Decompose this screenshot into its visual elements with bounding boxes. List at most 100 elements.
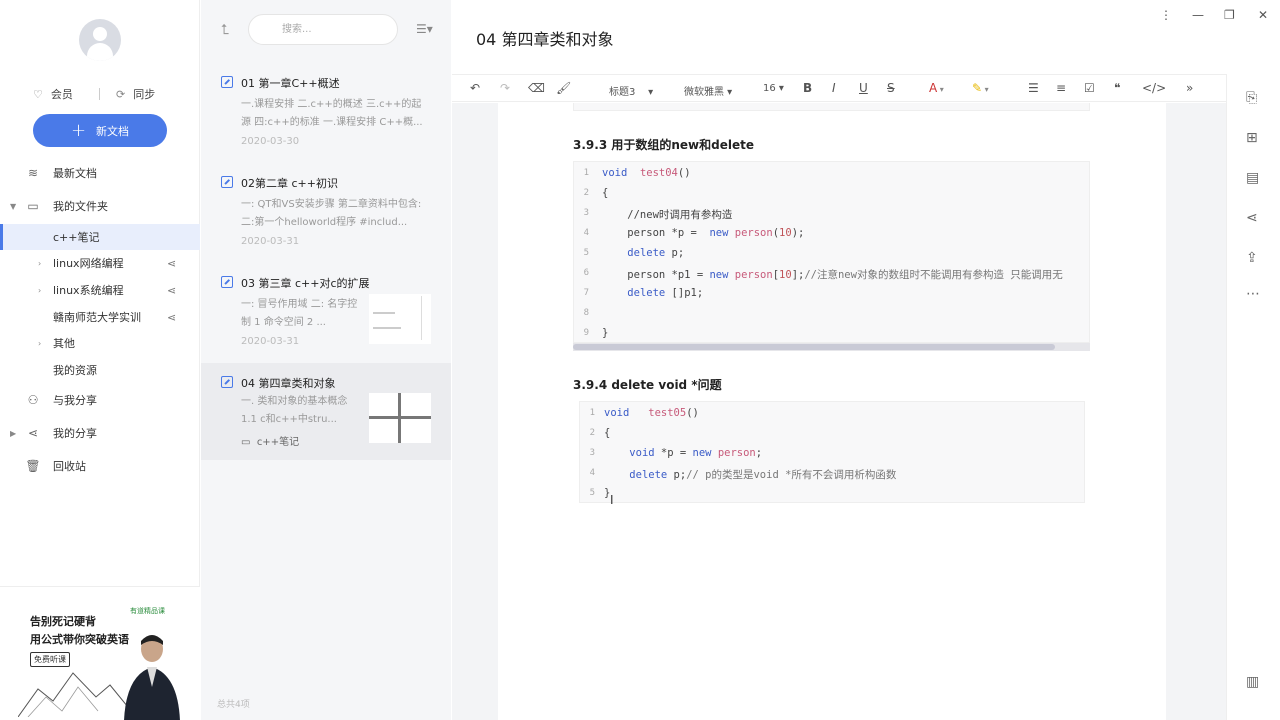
caret-right-icon[interactable]: › bbox=[38, 286, 41, 295]
sync-icon: ⟳ bbox=[116, 87, 126, 101]
scrollbar-thumb[interactable] bbox=[573, 344, 1055, 350]
more-horizontal-icon[interactable]: ⋯ bbox=[1246, 286, 1260, 302]
share-icon: ⋖ bbox=[27, 426, 39, 440]
folder-icon: ▭ bbox=[241, 437, 251, 448]
more-tools-icon[interactable]: » bbox=[1186, 81, 1193, 95]
note-item[interactable]: 02第二章 c++初识 一: QT和VS安装步骤 第二章资料中包含: 二:第一个… bbox=[201, 170, 451, 270]
note-item[interactable]: 01 第一章C++概述 一.课程安排 二.c++的概述 三.c++的起源 四:c… bbox=[201, 70, 451, 170]
sidebar-item-my-shares[interactable]: ▶ ⋖ 我的分享 bbox=[0, 420, 200, 446]
section-heading: 3.9.4 delete void *问题 bbox=[573, 378, 722, 392]
sidebar-item-linux-network[interactable]: › linux网络编程 ⋖ bbox=[0, 250, 200, 276]
plus-icon: + bbox=[70, 119, 87, 141]
more-icon[interactable]: ⋮ bbox=[1160, 8, 1172, 22]
member-button[interactable]: ♡ 会员 bbox=[33, 86, 73, 102]
layers-icon: ≋ bbox=[27, 166, 39, 180]
sidebar-item-linux-system[interactable]: › linux系统编程 ⋖ bbox=[0, 277, 200, 303]
outline-icon[interactable]: ▤ bbox=[1246, 170, 1259, 186]
ad-person-image bbox=[124, 635, 180, 720]
code-block[interactable]: 1 void test05() 2 { 3 void *p = new pers… bbox=[579, 401, 1085, 503]
document-title[interactable]: 04 第四章类和对象 bbox=[476, 26, 613, 50]
sidebar-item-other[interactable]: › 其他 bbox=[0, 330, 200, 356]
document-page[interactable]: 3.9.3 用于数组的new和delete 1 void test04() 2 … bbox=[498, 103, 1166, 720]
italic-icon[interactable]: I bbox=[832, 81, 836, 95]
caret-right-icon[interactable]: ▶ bbox=[10, 429, 16, 438]
bullet-list-icon[interactable]: ☰ bbox=[1028, 81, 1039, 95]
font-size-select[interactable]: 16 ▾ bbox=[763, 83, 784, 94]
panel-toggle-icon[interactable]: ▥ bbox=[1246, 674, 1259, 690]
note-item-selected[interactable]: 04 第四章类和对象 一. 类和对象的基本概念 1.1 c和c++中stru..… bbox=[201, 363, 451, 460]
list-view-icon[interactable]: ☰▾ bbox=[416, 22, 433, 36]
share-icon[interactable]: ⋖ bbox=[167, 284, 176, 297]
sidebar-item-recycle-bin[interactable]: 🗑 回收站 bbox=[0, 453, 200, 479]
sidebar: ♡ 会员 ⟳ 同步 + 新文档 ≋ 最新文档 ▼ ▭ 我的文件夹 c++笔记 ›… bbox=[0, 0, 200, 720]
strikethrough-icon[interactable]: S bbox=[887, 81, 895, 95]
editor-canvas: 3.9.3 用于数组的new和delete 1 void test04() 2 … bbox=[452, 103, 1226, 720]
new-document-button[interactable]: + 新文档 bbox=[33, 114, 167, 147]
font-select[interactable]: 微软雅黑 ▾ bbox=[684, 83, 732, 98]
close-icon[interactable]: ✕ bbox=[1258, 8, 1268, 22]
ad-headline-2: 用公式带你突破英语 bbox=[30, 633, 129, 646]
note-list-panel: ⮤ 搜索... ☰▾ 01 第一章C++概述 一.课程安排 二.c++的概述 三… bbox=[201, 0, 451, 720]
back-arrow-icon[interactable]: ⮤ bbox=[221, 22, 229, 38]
undo-icon[interactable]: ↶ bbox=[470, 81, 480, 95]
previous-code-block-end bbox=[573, 103, 1090, 111]
divider bbox=[99, 88, 100, 100]
heading-select[interactable]: 标题3 ▾ bbox=[609, 83, 653, 98]
highlight-icon[interactable]: ✎ ▾ bbox=[972, 81, 989, 95]
caret-right-icon[interactable]: › bbox=[38, 339, 41, 348]
note-icon bbox=[221, 276, 233, 288]
note-folder: ▭ c++笔记 bbox=[241, 437, 300, 448]
numbered-list-icon[interactable]: ≡ bbox=[1056, 81, 1066, 95]
ad-headline-1: 告别死记硬背 bbox=[30, 615, 96, 628]
search-input[interactable]: 搜索... bbox=[248, 14, 398, 45]
text-cursor-icon: I bbox=[610, 493, 614, 507]
editor-panel: 04 第四章类和对象 ⋮ — ❐ ✕ ↶ ↷ ⌫ 🖌 标题3 ▾ 微软雅黑 ▾ … bbox=[452, 0, 1280, 720]
minimize-icon[interactable]: — bbox=[1192, 8, 1204, 22]
section-heading: 3.9.3 用于数组的new和delete bbox=[573, 138, 754, 152]
sidebar-item-cpp-notes[interactable]: c++笔记 bbox=[0, 224, 200, 250]
code-icon[interactable]: </> bbox=[1142, 81, 1166, 95]
eraser-icon[interactable]: ⌫ bbox=[528, 81, 545, 95]
code-block[interactable]: 1 void test04() 2 { 3 //new时调用有参构造 4 per… bbox=[573, 161, 1090, 343]
translate-icon[interactable]: ⎘ bbox=[1246, 90, 1257, 106]
note-item[interactable]: 03 第三章 c++对c的扩展 一: 冒号作用域 二: 名字控制 1 命令空间 … bbox=[201, 270, 451, 370]
folder-icon: ▭ bbox=[27, 199, 39, 213]
bold-icon[interactable]: B bbox=[803, 81, 812, 95]
sidebar-item-gannan-training[interactable]: 赣南师范大学实训 ⋖ bbox=[0, 304, 200, 330]
format-toolbar: ↶ ↷ ⌫ 🖌 标题3 ▾ 微软雅黑 ▾ 16 ▾ B I U S A ▾ ✎ … bbox=[452, 74, 1226, 102]
note-count: 总共4项 bbox=[217, 700, 250, 710]
code-horizontal-scrollbar[interactable] bbox=[573, 343, 1090, 351]
quote-icon[interactable]: ❝ bbox=[1114, 81, 1120, 95]
share-icon[interactable]: ⋖ bbox=[1246, 210, 1258, 226]
sync-button[interactable]: ⟳ 同步 bbox=[116, 86, 155, 102]
mountain-illustration bbox=[18, 672, 128, 717]
sidebar-item-my-folders[interactable]: ▼ ▭ 我的文件夹 bbox=[0, 193, 200, 219]
share-icon[interactable]: ⋖ bbox=[167, 257, 176, 270]
note-thumbnail bbox=[369, 393, 431, 443]
sidebar-item-my-resources[interactable]: 我的资源 bbox=[0, 357, 200, 383]
checkbox-icon[interactable]: ☑ bbox=[1084, 81, 1095, 95]
note-icon bbox=[221, 76, 233, 88]
note-thumbnail bbox=[369, 294, 431, 344]
caret-down-icon[interactable]: ▼ bbox=[10, 202, 16, 211]
ad-free-trial-button[interactable]: 免费听课 bbox=[30, 652, 70, 667]
font-color-icon[interactable]: A ▾ bbox=[929, 81, 944, 95]
insert-icon[interactable]: ⊞ bbox=[1246, 130, 1258, 146]
format-painter-icon[interactable]: 🖌 bbox=[556, 81, 571, 95]
ad-banner[interactable]: 有道精品课 告别死记硬背 用公式带你突破英语 免费听课 bbox=[0, 586, 200, 720]
avatar[interactable] bbox=[79, 19, 121, 61]
right-tool-rail: ⎘ ⊞ ▤ ⋖ ⇪ ⋯ ▥ bbox=[1226, 74, 1280, 720]
note-icon bbox=[221, 176, 233, 188]
member-sync-row: ♡ 会员 ⟳ 同步 bbox=[0, 84, 200, 104]
sidebar-item-shared-with-me[interactable]: ⚇ 与我分享 bbox=[0, 387, 200, 413]
heart-icon: ♡ bbox=[33, 87, 43, 101]
caret-right-icon[interactable]: › bbox=[38, 259, 41, 268]
maximize-icon[interactable]: ❐ bbox=[1224, 8, 1235, 22]
redo-icon[interactable]: ↷ bbox=[500, 81, 510, 95]
ad-brand: 有道精品课 bbox=[130, 607, 165, 615]
sidebar-item-latest[interactable]: ≋ 最新文档 bbox=[0, 160, 200, 186]
underline-icon[interactable]: U bbox=[859, 81, 868, 95]
share-icon[interactable]: ⋖ bbox=[167, 311, 176, 324]
trash-icon: 🗑 bbox=[25, 459, 41, 473]
export-icon[interactable]: ⇪ bbox=[1246, 250, 1258, 266]
